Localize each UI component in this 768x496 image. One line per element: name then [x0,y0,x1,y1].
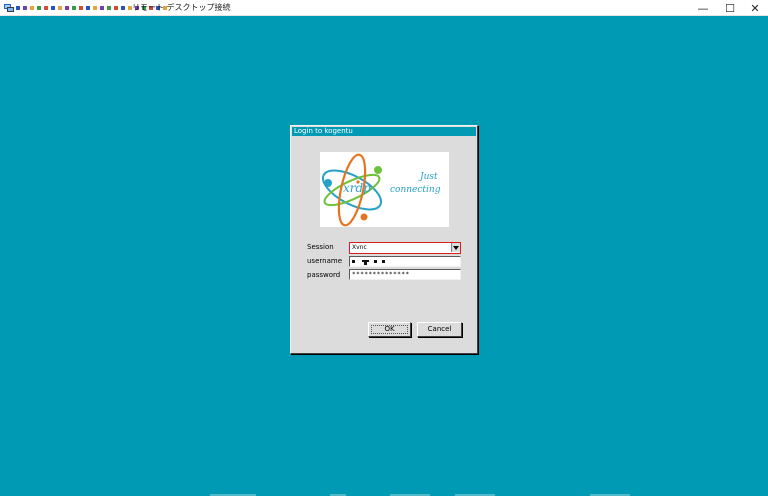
minimize-icon: — [697,1,709,15]
title-redaction-block [107,6,111,10]
password-label: password [307,271,341,279]
xrdp-logo: xrdp Just connecting [320,152,449,227]
title-redaction-block [37,6,41,10]
title-redaction-block [121,6,125,10]
title-redaction-block [65,6,69,10]
dialog-title: Login to kogentu [292,127,476,136]
maximize-icon: ☐ [725,1,735,15]
focus-ring [371,325,408,334]
session-label: Session [307,243,334,251]
title-redaction-block [44,6,48,10]
title-redaction-block [58,6,62,10]
ok-button[interactable]: OK [368,322,411,337]
username-redacted-value [352,260,385,265]
username-label: username [307,257,342,265]
logo-wordmark: xrdp [343,181,371,195]
minimize-button[interactable]: — [690,0,716,16]
window-titlebar: リモート デスクトップ接続 — ☐ ✕ [0,0,768,16]
maximize-button[interactable]: ☐ [717,0,743,16]
close-icon: ✕ [750,1,760,15]
cancel-button-label: Cancel [427,325,452,333]
title-redaction-block [16,6,20,10]
title-redaction-block [72,6,76,10]
close-button[interactable]: ✕ [742,0,768,16]
window-title: リモート デスクトップ接続 [132,3,231,12]
title-redaction-block [51,6,55,10]
password-field[interactable]: ************** [349,269,461,280]
title-redaction-block [79,6,83,10]
remote-desktop-app-icon [4,4,14,12]
title-redaction-block [30,6,34,10]
title-redaction-block [114,6,118,10]
title-redaction-block [23,6,27,10]
chevron-down-icon[interactable] [451,243,460,252]
logo-tagline-just: Just [420,172,438,182]
username-field[interactable] [349,256,461,267]
cancel-button[interactable]: Cancel [417,322,462,337]
logo-tagline-connecting: connecting [390,185,441,195]
login-dialog: Login to kogentu xrdp Just connecting Se… [290,125,478,354]
session-select[interactable]: Xvnc [349,242,461,254]
session-select-value: Xvnc [352,244,367,251]
title-redaction-block [100,6,104,10]
password-field-value: ************** [352,271,410,278]
title-redaction-block [86,6,90,10]
title-redaction-block [93,6,97,10]
